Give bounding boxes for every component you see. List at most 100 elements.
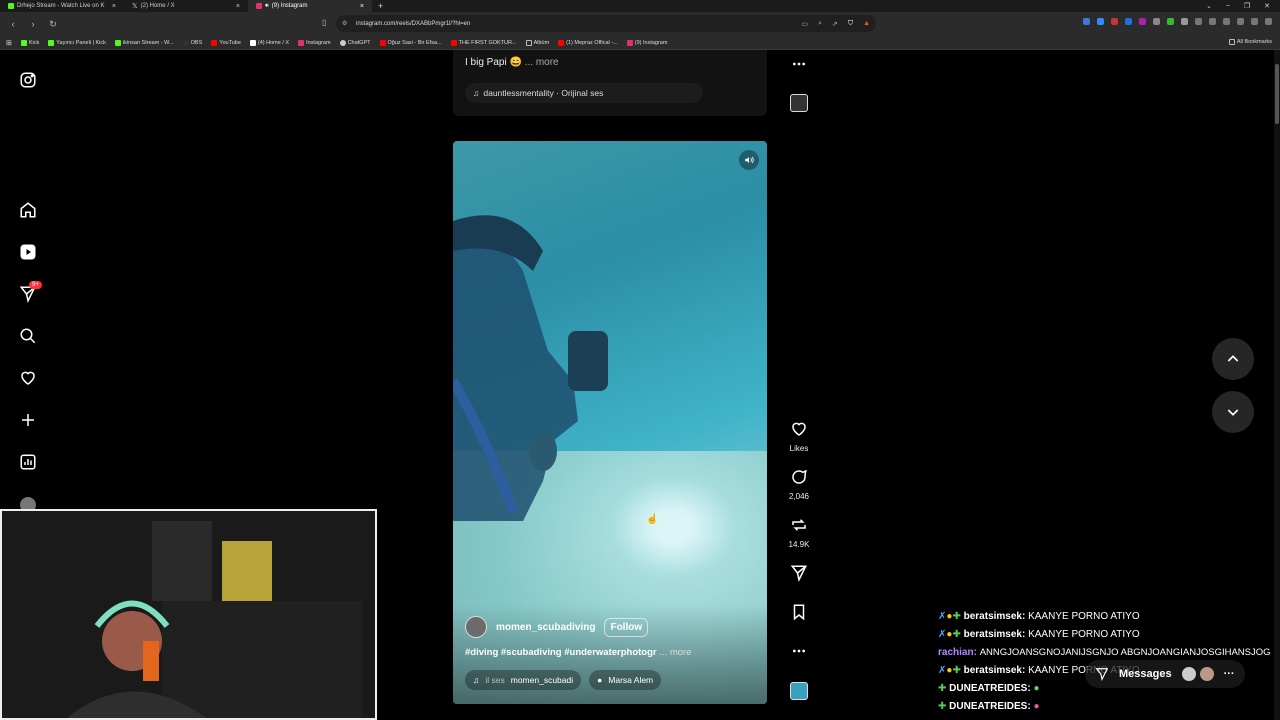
tab-list-icon[interactable]: ⌄ bbox=[1206, 2, 1212, 10]
all-bookmarks[interactable]: All Bookmarks bbox=[1228, 39, 1272, 45]
comment-count: 2,046 bbox=[788, 492, 810, 501]
heart-icon[interactable] bbox=[18, 368, 38, 388]
comment-button[interactable]: 2,046 bbox=[784, 468, 814, 501]
back-icon[interactable]: ‹ bbox=[6, 19, 20, 29]
badge-icon: ✚ bbox=[938, 683, 947, 694]
url-field[interactable]: ⚙︎ instagram.com/reels/DXABbPmgr1l/?hl=e… bbox=[336, 15, 876, 32]
zoom-icon[interactable]: ⌕ bbox=[818, 20, 822, 28]
bookmark-item[interactable]: Instagram bbox=[298, 39, 331, 46]
follow-button[interactable]: Follow bbox=[604, 617, 649, 637]
save-button[interactable] bbox=[784, 603, 814, 626]
new-tab-button[interactable]: + bbox=[372, 1, 389, 11]
extension-icon[interactable] bbox=[1083, 18, 1090, 25]
kick-icon bbox=[48, 39, 55, 46]
bookmark-item[interactable]: OBS bbox=[182, 39, 202, 46]
wallet-icon[interactable] bbox=[1237, 18, 1244, 25]
share-icon[interactable]: ⇗ bbox=[832, 20, 838, 28]
author-username[interactable]: momen_scubadiving bbox=[496, 622, 595, 633]
extension-icon[interactable] bbox=[1125, 18, 1132, 25]
search-icon[interactable] bbox=[18, 326, 38, 346]
audio-pill[interactable]: ♫ il ses momen_scubadi bbox=[465, 670, 582, 690]
close-window-icon[interactable]: ✕ bbox=[1264, 2, 1270, 10]
close-icon[interactable]: × bbox=[360, 3, 364, 10]
previous-reel-button[interactable] bbox=[1212, 338, 1254, 380]
bookmark-label: ChatGPT bbox=[347, 39, 371, 46]
bookmark-item[interactable]: YouTube bbox=[211, 39, 241, 46]
previous-reel-audio[interactable]: ♫ dauntlessmentality · Orijinal ses bbox=[465, 83, 703, 103]
reel-video[interactable]: momen_scubadiving Follow #diving #scubad… bbox=[453, 141, 767, 704]
brave-shield-icon[interactable]: ⛉ bbox=[848, 20, 853, 28]
location-label: Marsa Alem bbox=[608, 675, 654, 685]
forward-icon[interactable]: › bbox=[26, 19, 40, 29]
extension-icon[interactable] bbox=[1111, 18, 1118, 25]
folder-icon bbox=[525, 39, 532, 46]
reload-icon[interactable]: ↻ bbox=[46, 19, 60, 30]
browser-tab-x[interactable]: 𝕏 (2) Home / X × bbox=[124, 0, 248, 12]
like-button[interactable]: Likes bbox=[784, 420, 814, 453]
badge-icon: ✚ bbox=[952, 629, 961, 640]
bookmark-item[interactable]: (9) Instagram bbox=[626, 39, 667, 46]
leo-icon[interactable] bbox=[1251, 18, 1258, 25]
bookmark-label: All Bookmarks bbox=[1236, 39, 1272, 45]
browser-tab-instagram[interactable]: 🔊︎ (9) Instagram × bbox=[248, 0, 372, 12]
reel-actions: Likes 2,046 14.9K bbox=[784, 50, 814, 720]
brave-rewards-icon[interactable]: ▲ bbox=[863, 20, 870, 28]
more-icon: ··· bbox=[1223, 668, 1235, 680]
bookmark-item[interactable]: ikinsan Stream - W... bbox=[114, 39, 174, 46]
music-note-icon: ♫ bbox=[473, 88, 480, 98]
menu-icon[interactable] bbox=[1265, 18, 1272, 25]
bookmark-item[interactable]: Albüm bbox=[525, 39, 550, 46]
minimize-icon[interactable]: – bbox=[1226, 2, 1230, 10]
mouse-cursor-icon: ☝ bbox=[646, 514, 659, 525]
previous-audio-thumbnail[interactable] bbox=[784, 94, 814, 112]
bookmark-label: (4) Home / X bbox=[257, 39, 290, 46]
bookmarks-bar: ⊞ Kick Yayıncı Paneli | Kick ikinsan Str… bbox=[0, 36, 1280, 50]
share-button[interactable] bbox=[784, 564, 814, 587]
more-link[interactable]: ... more bbox=[659, 647, 691, 658]
home-icon[interactable] bbox=[18, 200, 38, 220]
next-reel-button[interactable] bbox=[1212, 391, 1254, 433]
messages-button[interactable]: Messages ··· bbox=[1085, 660, 1245, 688]
more-options-icon[interactable] bbox=[784, 643, 814, 664]
media-icon[interactable] bbox=[1209, 18, 1216, 25]
repost-button[interactable]: 14.9K bbox=[784, 516, 814, 549]
bookmark-item[interactable]: Yayıncı Paneli | Kick bbox=[48, 39, 106, 46]
site-info-icon[interactable]: ⚙︎ bbox=[342, 20, 347, 27]
restore-icon[interactable]: ❐ bbox=[1244, 2, 1250, 10]
sidebar-toggle-icon[interactable]: ▯ bbox=[322, 18, 326, 27]
close-icon[interactable]: × bbox=[112, 3, 116, 10]
previous-reel: I big Papi 😄 ... more ♫ dauntlessmentali… bbox=[453, 50, 767, 116]
bookmark-item[interactable]: THE FIRST GOKTUR... bbox=[450, 39, 517, 46]
author-avatar[interactable] bbox=[465, 616, 487, 638]
cast-icon[interactable]: ▭ bbox=[801, 20, 808, 28]
chat-message: ✗●✚ beratsimsek: KAANYE PORNO ATIYO bbox=[938, 626, 1278, 644]
reel-header: momen_scubadiving Follow bbox=[465, 616, 649, 638]
apps-icon[interactable]: ⊞ bbox=[6, 39, 12, 47]
extension-icon[interactable] bbox=[1097, 18, 1104, 25]
volume-button[interactable] bbox=[739, 150, 759, 170]
bookmark-label: Albüm bbox=[533, 39, 550, 46]
reels-icon[interactable] bbox=[18, 242, 38, 262]
instagram-logo-icon[interactable] bbox=[18, 70, 38, 90]
bookmark-item[interactable]: (4) Home / X bbox=[249, 39, 290, 46]
extension-icon[interactable] bbox=[1195, 18, 1202, 25]
chat-message: ✚ DUNEATREIDES: ● bbox=[938, 698, 1278, 716]
scrollbar-thumb[interactable] bbox=[1275, 64, 1279, 124]
browser-tab-kick[interactable]: Drhejo Stream - Watch Live on K × bbox=[0, 0, 124, 12]
extension-icon[interactable] bbox=[1167, 18, 1174, 25]
close-icon[interactable]: × bbox=[236, 3, 240, 10]
sidebar-icon[interactable] bbox=[1223, 18, 1230, 25]
bookmark-item[interactable]: ChatGPT bbox=[339, 39, 371, 46]
extensions-icon[interactable] bbox=[1181, 18, 1188, 25]
more-link[interactable]: ... more bbox=[525, 57, 559, 68]
previous-more-options-icon[interactable] bbox=[784, 56, 814, 77]
location-pill[interactable]: ● Marsa Alem bbox=[589, 670, 662, 690]
bookmark-item[interactable]: Kick bbox=[20, 39, 39, 46]
extension-icon[interactable] bbox=[1139, 18, 1146, 25]
bookmark-item[interactable]: Oğuz Sasi - Bir Efsa... bbox=[379, 39, 442, 46]
extension-icon[interactable] bbox=[1153, 18, 1160, 25]
create-icon[interactable] bbox=[18, 410, 38, 430]
audio-thumbnail[interactable] bbox=[784, 682, 814, 700]
dashboard-icon[interactable] bbox=[18, 452, 38, 472]
bookmark-item[interactable]: (1) Mepraz Offical -... bbox=[558, 39, 618, 46]
